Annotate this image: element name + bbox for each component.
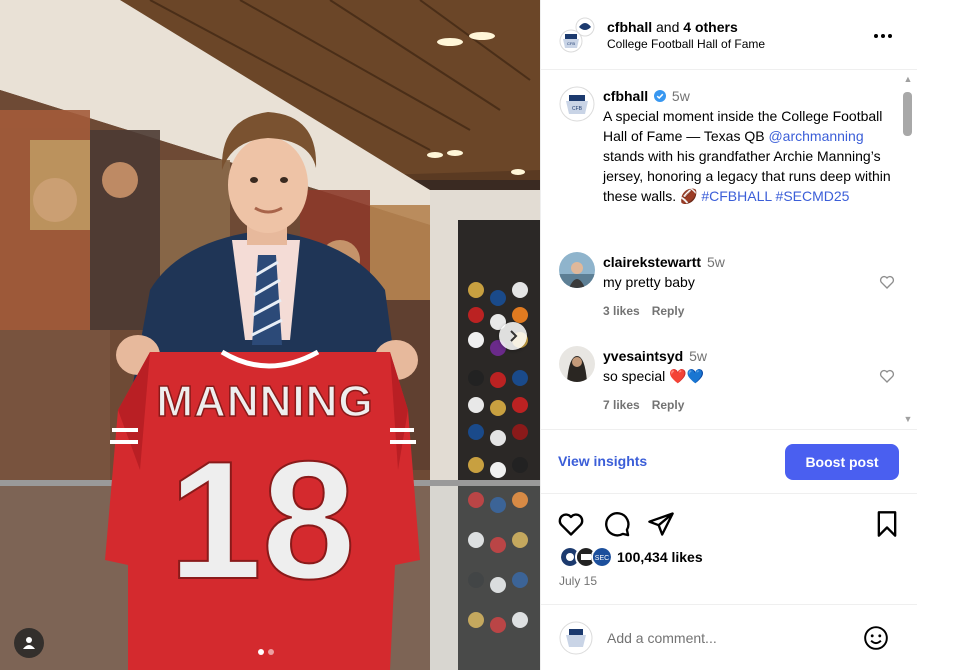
likes-count[interactable]: 100,434 likes	[617, 549, 703, 565]
boost-post-button[interactable]: Boost post	[785, 444, 899, 480]
current-user-avatar	[559, 621, 593, 655]
scroll-down-arrow-icon[interactable]: ▼	[903, 414, 913, 424]
caption-time[interactable]: 5w	[672, 88, 690, 104]
comment-username[interactable]: yvesaintsyd	[603, 348, 683, 364]
carousel-dot-active	[258, 649, 264, 655]
likes-summary[interactable]: SEC 100,434 likes	[559, 546, 703, 568]
jersey-number: 18	[169, 426, 356, 614]
mention-link[interactable]: @archmanning	[768, 128, 863, 144]
verified-badge-icon	[654, 90, 667, 102]
liker-logo-icon: SEC	[593, 548, 611, 566]
comment-username[interactable]: clairekstewartt	[603, 254, 701, 270]
add-comment-input[interactable]	[607, 627, 847, 649]
header-username[interactable]: cfbhall	[607, 19, 652, 35]
caption-avatar[interactable]: CFB	[559, 86, 595, 122]
comments-scrollbar[interactable]: ▲ ▼	[901, 74, 914, 430]
commenter-avatar[interactable]	[559, 346, 595, 382]
comment-likes[interactable]: 3 likes	[603, 304, 640, 318]
scrollbar-thumb[interactable]	[903, 92, 912, 136]
jersey-name: MANNING	[156, 377, 373, 426]
save-bookmark-icon[interactable]	[873, 510, 901, 538]
comment-text: my pretty baby	[603, 274, 695, 290]
like-comment-heart-icon[interactable]	[879, 274, 895, 290]
hashtag-links[interactable]: #CFBHALL #SECMD25	[701, 188, 849, 204]
emoji-icon[interactable]	[863, 625, 889, 651]
post-actions: SEC 100,434 likes July 15	[541, 494, 917, 604]
commenter-avatar[interactable]	[559, 252, 595, 288]
post-image: MANNING 18	[0, 0, 540, 670]
svg-text:CFB: CFB	[572, 106, 583, 112]
carousel-dot	[268, 649, 274, 655]
add-comment-bar	[541, 604, 917, 670]
scroll-up-arrow-icon[interactable]: ▲	[903, 74, 913, 84]
post-header: CFB cfbhall and 4 others College Footbal…	[541, 0, 917, 70]
tagged-users-button[interactable]	[14, 628, 44, 658]
view-insights-link[interactable]: View insights	[558, 453, 647, 469]
like-heart-icon[interactable]	[557, 510, 585, 538]
caption-username[interactable]: cfbhall	[603, 88, 648, 104]
comment-text: so special ❤️💙	[603, 368, 705, 384]
post-detail-panel: CFB cfbhall and 4 others College Footbal…	[540, 0, 917, 670]
post-date[interactable]: July 15	[559, 574, 597, 588]
carousel-dots	[258, 649, 274, 655]
avatar-photo	[559, 252, 595, 288]
cfbhall-avatar: CFB	[559, 17, 595, 52]
share-send-icon[interactable]	[647, 510, 675, 538]
svg-text:CFB: CFB	[567, 41, 575, 46]
header-subtitle[interactable]: College Football Hall of Fame	[607, 37, 765, 51]
comments-section[interactable]: CFB cfbhall 5w A special moment inside t…	[541, 70, 917, 430]
chevron-right-icon	[510, 330, 518, 342]
like-comment-heart-icon[interactable]	[879, 368, 895, 384]
more-options-button[interactable]	[871, 24, 895, 48]
comment-time[interactable]: 5w	[689, 348, 707, 364]
comment-bubble-icon[interactable]	[603, 510, 631, 538]
more-dots-icon	[874, 34, 892, 38]
comment-time[interactable]: 5w	[707, 254, 725, 270]
reply-button[interactable]: Reply	[652, 304, 685, 318]
user-icon	[23, 637, 35, 649]
cfbhall-logo-icon: CFB	[559, 86, 595, 122]
header-connector: and	[652, 18, 684, 35]
cfbhall-logo-icon	[559, 621, 593, 655]
post-photo[interactable]: MANNING 18	[0, 0, 540, 670]
reply-button[interactable]: Reply	[652, 398, 685, 412]
liker-avatar: SEC	[591, 546, 613, 568]
avatar-photo	[559, 346, 595, 382]
insights-row: View insights Boost post	[541, 430, 917, 494]
header-collab-others[interactable]: 4 others	[683, 19, 737, 35]
comment-likes[interactable]: 7 likes	[603, 398, 640, 412]
next-photo-button[interactable]	[499, 322, 527, 350]
svg-text:SEC: SEC	[595, 555, 609, 562]
collab-avatar-stack[interactable]: CFB	[559, 17, 595, 53]
